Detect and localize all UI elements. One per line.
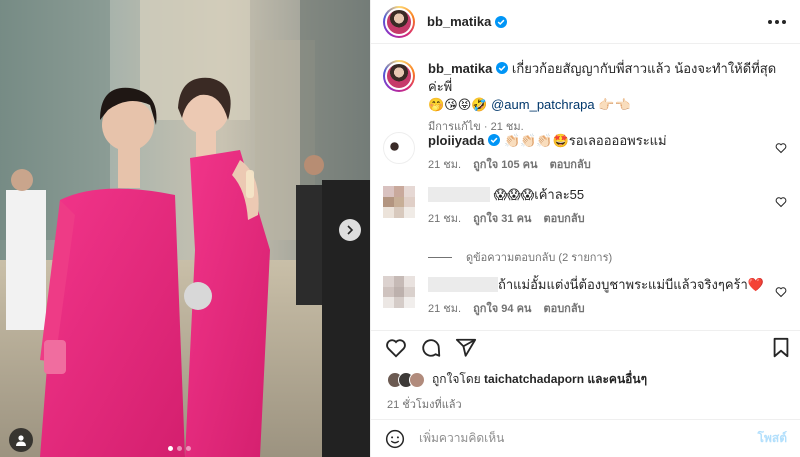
comment-likes[interactable]: ถูกใจ 105 คน <box>473 156 537 174</box>
post-time[interactable]: 21 ชั่วโมงที่แล้ว <box>387 395 462 413</box>
post-side-panel: bb_matika bb_matika เกี่ยวก้อยสัญญากับพี… <box>370 0 800 457</box>
liked-by-suffix[interactable]: และคนอื่นๆ <box>584 372 647 386</box>
comment-username[interactable]: ploiiyada <box>428 133 484 148</box>
carousel-indicator <box>168 446 191 451</box>
caption-emojis: 🤭😘😝🤣 <box>428 97 488 112</box>
comment-icon[interactable] <box>420 337 442 359</box>
comment-text: ถ้าแม่อั้มแต่งนี่ต้องบูชาพระแม่บีแล้วจริ… <box>498 277 764 292</box>
author-avatar[interactable] <box>383 5 415 38</box>
comment-text: 😱😱😱เค้าละ55 <box>493 187 585 202</box>
liked-by: ถูกใจโดย taichatchadaporn และคนอื่นๆ <box>387 370 647 389</box>
verified-badge-icon <box>495 15 508 28</box>
comment-likes[interactable]: ถูกใจ 94 คน <box>473 300 531 318</box>
post-actions <box>371 330 800 362</box>
caption-avatar[interactable] <box>383 60 415 92</box>
carousel-dot <box>168 446 173 451</box>
view-replies-label: ดูข้อความตอบกลับ (2 รายการ) <box>466 252 613 264</box>
emoji-icon[interactable] <box>385 429 405 449</box>
photo-illustration <box>0 0 370 457</box>
verified-badge-icon <box>496 62 509 74</box>
verified-badge-icon <box>488 134 501 146</box>
comment-input[interactable]: เพิ่มความคิดเห็น <box>419 429 504 448</box>
comment-likes[interactable]: ถูกใจ 31 คน <box>473 210 531 228</box>
bookmark-icon[interactable] <box>771 337 791 359</box>
liker-avatars[interactable] <box>387 371 425 388</box>
comment-item: 😱😱😱เค้าละ55 21 ชม. ถูกใจ 31 คน ตอบกลับ <box>383 186 787 228</box>
heart-icon[interactable] <box>775 196 787 208</box>
post-header: bb_matika <box>371 0 800 44</box>
heart-icon[interactable] <box>775 286 787 298</box>
more-options-icon[interactable] <box>768 19 786 24</box>
commenter-avatar[interactable] <box>383 276 415 308</box>
comment-username[interactable] <box>428 277 498 292</box>
liked-by-prefix: ถูกใจโดย <box>432 372 485 386</box>
comment-item: ถ้าแม่อั้มแต่งนี่ต้องบูชาพระแม่บีแล้วจริ… <box>383 276 787 318</box>
liked-by-user[interactable]: taichatchadaporn <box>484 372 584 386</box>
comment-reply-button[interactable]: ตอบกลับ <box>543 210 584 228</box>
comment-reply-button[interactable]: ตอบกลับ <box>550 156 591 174</box>
post-photo[interactable] <box>0 0 370 457</box>
comment-time: 21 ชม. <box>428 303 462 315</box>
add-comment-bar: เพิ่มความคิดเห็น โพสต์ <box>371 419 800 457</box>
caption-username[interactable]: bb_matika <box>428 61 492 76</box>
like-heart-icon[interactable] <box>385 337 407 359</box>
replies-divider <box>428 256 452 258</box>
caption: bb_matika เกี่ยวก้อยสัญญากับพี่สาวแล้ว น… <box>383 60 787 136</box>
comments-list: bb_matika เกี่ยวก้อยสัญญากับพี่สาวแล้ว น… <box>371 52 800 330</box>
view-replies-button[interactable]: ดูข้อความตอบกลับ (2 รายการ) <box>428 248 612 266</box>
user-tag-icon <box>16 435 26 446</box>
comment-time: 21 ชม. <box>428 213 462 225</box>
commenter-avatar[interactable] <box>383 132 415 164</box>
carousel-dot <box>177 446 182 451</box>
comment-reply-button[interactable]: ตอบกลับ <box>543 300 584 318</box>
comment-time: 21 ชม. <box>428 159 462 171</box>
caption-tail: 👉🏻👈🏻 <box>594 97 631 112</box>
commenter-avatar[interactable] <box>383 186 415 218</box>
share-icon[interactable] <box>455 337 477 359</box>
comment-username[interactable] <box>428 187 490 202</box>
carousel-dot <box>186 446 191 451</box>
author-username[interactable]: bb_matika <box>427 14 491 29</box>
comment-item: ploiiyada 👏🏻👏🏻👏🏻🤩รอเลออออพระแม่ 21 ชม. ถ… <box>383 132 787 174</box>
carousel-next-button[interactable] <box>339 219 361 241</box>
heart-icon[interactable] <box>775 142 787 154</box>
caption-mention[interactable]: @aum_patchrapa <box>491 97 595 112</box>
comment-text: 👏🏻👏🏻👏🏻🤩รอเลออออพระแม่ <box>500 133 667 148</box>
post-comment-button[interactable]: โพสต์ <box>758 429 787 448</box>
user-tag-button[interactable] <box>9 428 33 452</box>
chevron-right-icon <box>347 225 354 235</box>
